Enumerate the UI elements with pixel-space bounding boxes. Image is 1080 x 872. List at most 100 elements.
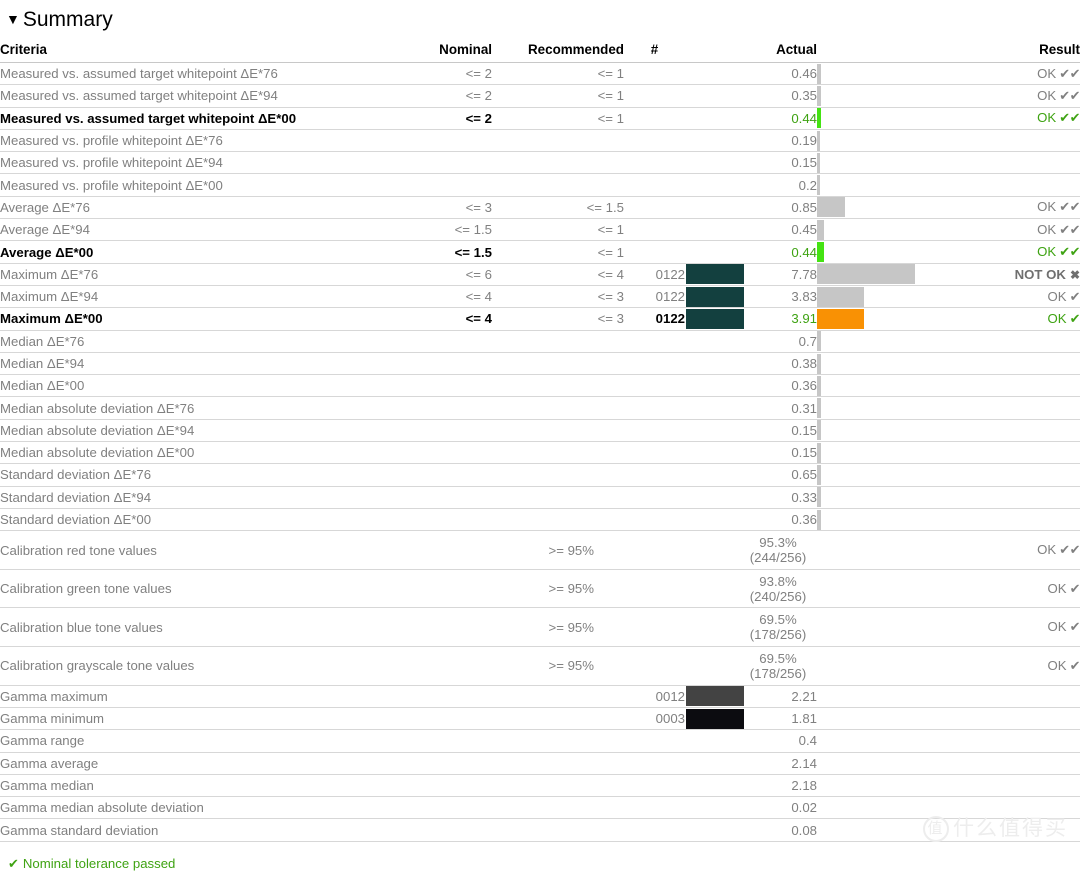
table-row: Median absolute deviation ΔE*00 0.15 <box>0 441 1080 465</box>
table-row: Gamma maximum 0012 2.21 <box>0 685 1080 708</box>
bar-track <box>817 375 1003 396</box>
cell-color-swatch <box>685 374 745 398</box>
cell-number <box>624 752 685 775</box>
check-icon: ✔✔ <box>1059 87 1080 103</box>
check-icon: ✔ <box>8 855 19 871</box>
cell-recommended <box>492 330 624 353</box>
cell-color-swatch <box>685 396 745 420</box>
cell-number <box>624 330 685 353</box>
check-icon: ✔✔ <box>1059 110 1080 126</box>
cell-color-swatch <box>685 752 745 775</box>
cell-color-swatch <box>685 330 745 353</box>
cell-bar <box>817 607 1003 648</box>
cell-recommended <box>492 173 624 197</box>
cell-result <box>1003 685 1080 708</box>
cell-color-swatch <box>685 151 745 175</box>
cell-actual: 0.36 <box>745 508 817 532</box>
cell-criteria: Standard deviation ΔE*76 <box>0 463 420 487</box>
cell-number: 0012 <box>624 685 685 708</box>
check-icon: ✔✔ <box>1059 244 1080 260</box>
cell-actual: 0.31 <box>745 396 817 420</box>
cell-color-swatch <box>685 285 745 309</box>
cell-number <box>624 508 685 532</box>
page-title: Summary <box>22 8 113 31</box>
cell-color-swatch <box>685 685 745 708</box>
cell-actual: 93.8% (240/256) <box>745 569 817 609</box>
actual-percent: 69.5% <box>759 612 797 628</box>
cell-criteria: Gamma maximum <box>0 685 420 708</box>
cell-number <box>624 774 685 798</box>
cell-criteria: Median absolute deviation ΔE*94 <box>0 419 420 443</box>
table-body-gamma: Gamma maximum 0012 2.21 Gamma minimum 0003 1.… <box>0 685 1080 842</box>
cell-bar <box>817 530 1003 570</box>
collapse-triangle-icon[interactable]: ▼ <box>6 5 20 33</box>
result-label: OK <box>1037 244 1057 260</box>
bar-indicator <box>817 420 821 441</box>
cell-bar <box>817 396 1003 420</box>
cell-criteria: Measured vs. profile whitepoint ΔE*94 <box>0 151 420 175</box>
bar-indicator <box>817 108 822 129</box>
cell-nominal <box>420 530 492 570</box>
cell-number <box>624 818 685 842</box>
cell-nominal <box>420 607 492 648</box>
table-row: Calibration grayscale tone values >= 95% 6… <box>0 646 1080 686</box>
cell-result <box>1003 752 1080 775</box>
cell-criteria: Maximum ΔE*00 <box>0 307 420 331</box>
cell-number <box>624 240 685 264</box>
summary-section-header[interactable]: ▼ Summary <box>0 0 1080 34</box>
cell-bar <box>817 240 1003 264</box>
bar-indicator <box>817 85 822 106</box>
cell-bar <box>817 646 1003 686</box>
bar-track <box>817 130 1003 151</box>
table-row: Maximum ΔE*94 <= 4 <= 3 0122 3.83 OK ✔ <box>0 285 1080 309</box>
cell-number <box>624 62 685 86</box>
table-row: Standard deviation ΔE*94 0.33 <box>0 486 1080 509</box>
cell-bar <box>817 685 1003 708</box>
cell-nominal <box>420 729 492 753</box>
cell-color-swatch <box>685 240 745 264</box>
cell-actual: 0.65 <box>745 463 817 487</box>
cell-result <box>1003 729 1080 753</box>
column-header-nominal: Nominal <box>420 38 492 63</box>
actual-ratio: (178/256) <box>749 665 807 681</box>
table-header-row: Criteria Nominal Recommended # Actual Re… <box>0 38 1080 63</box>
cell-nominal: <= 1.5 <box>420 218 492 242</box>
cell-bar <box>817 486 1003 509</box>
cell-bar <box>817 569 1003 609</box>
cell-result <box>1003 396 1080 420</box>
table-header: Criteria Nominal Recommended # Actual Re… <box>0 38 1080 63</box>
bar-track <box>817 509 1003 530</box>
cell-nominal <box>420 486 492 509</box>
cell-actual: 0.2 <box>745 173 817 197</box>
cell-criteria: Gamma standard deviation <box>0 818 420 842</box>
cell-recommended: >= 95% <box>492 569 624 609</box>
cell-number <box>624 107 685 130</box>
cell-criteria: Gamma average <box>0 752 420 775</box>
cell-number <box>624 530 685 570</box>
cell-bar <box>817 374 1003 398</box>
cell-result <box>1003 441 1080 465</box>
table-row: Gamma average 2.14 <box>0 752 1080 775</box>
cell-criteria: Gamma median absolute deviation <box>0 796 420 820</box>
cell-recommended <box>492 707 624 731</box>
table-body-metrics: Measured vs. assumed target whitepoint Δ… <box>0 62 1080 532</box>
cell-color-swatch <box>685 218 745 242</box>
cell-number <box>624 607 685 648</box>
table-row: Measured vs. profile whitepoint ΔE*00 0.2 <box>0 173 1080 197</box>
table-row: Maximum ΔE*76 <= 6 <= 4 0122 7.78 NOT OK ✖ <box>0 263 1080 286</box>
cell-criteria: Median ΔE*94 <box>0 352 420 376</box>
cell-bar <box>817 463 1003 487</box>
cell-nominal <box>420 330 492 353</box>
table-row: Gamma median absolute deviation 0.02 <box>0 796 1080 820</box>
cell-color-swatch <box>685 530 745 570</box>
result-label: OK <box>1037 221 1057 237</box>
cell-nominal: <= 1.5 <box>420 240 492 264</box>
cell-color-swatch <box>685 569 745 609</box>
cell-recommended <box>492 796 624 820</box>
cell-criteria: Median absolute deviation ΔE*00 <box>0 441 420 465</box>
cell-bar <box>817 62 1003 86</box>
cell-result <box>1003 419 1080 443</box>
table-row: Average ΔE*76 <= 3 <= 1.5 0.85 OK ✔✔ <box>0 196 1080 220</box>
cell-actual: 0.44 <box>745 240 817 264</box>
cell-result <box>1003 129 1080 153</box>
